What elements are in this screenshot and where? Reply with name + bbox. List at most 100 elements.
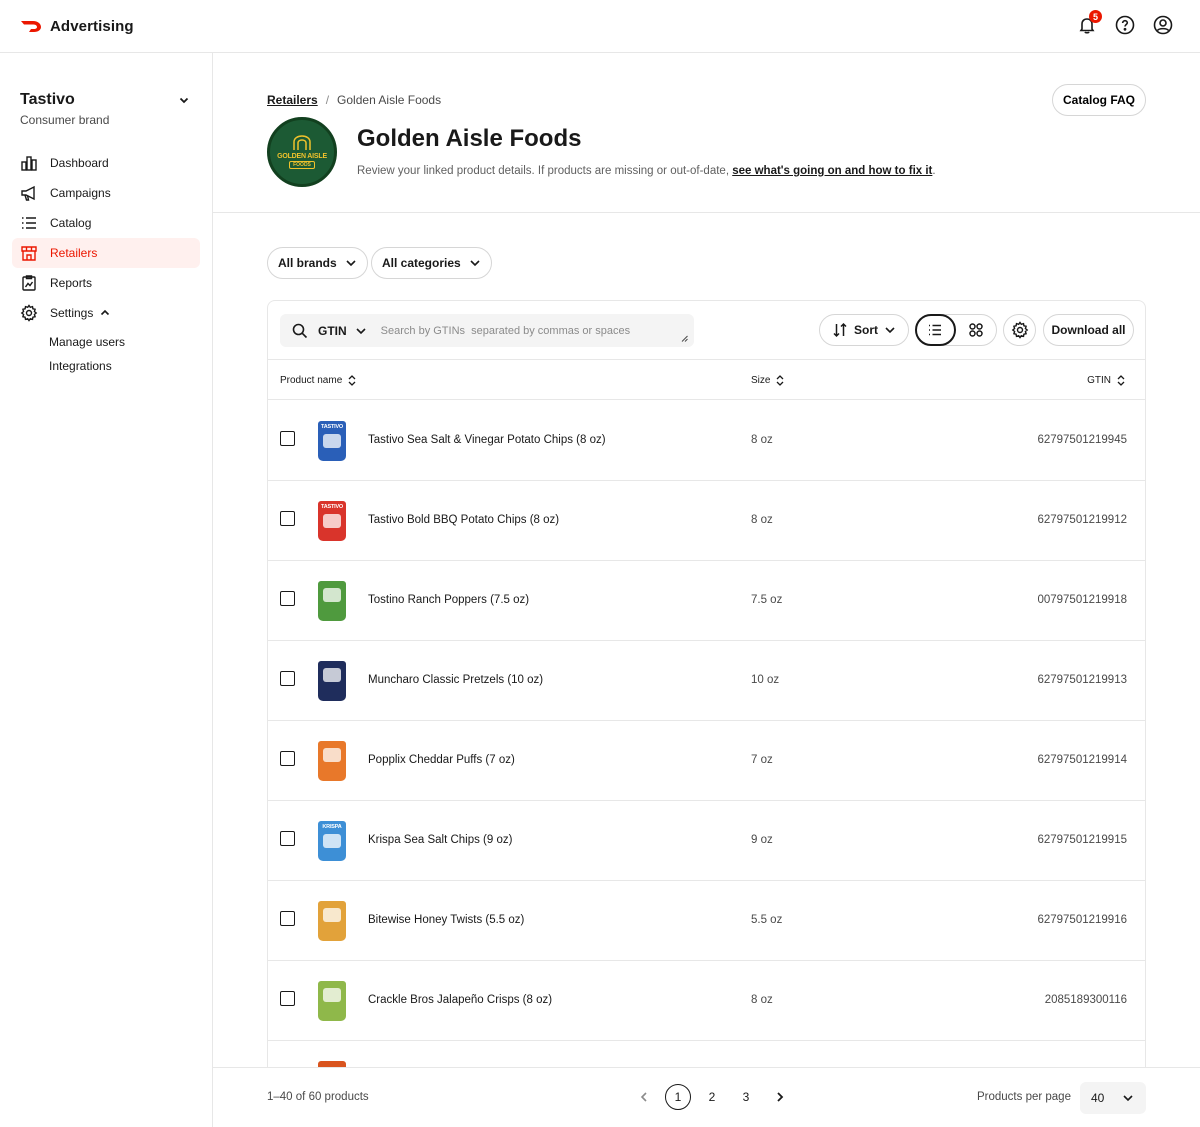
sidebar-item-label: Campaigns bbox=[50, 186, 111, 200]
account-profile-icon[interactable] bbox=[1152, 14, 1174, 36]
account-switcher[interactable]: Tastivo Consumer brand bbox=[20, 91, 192, 127]
row-checkbox[interactable] bbox=[280, 511, 295, 526]
table-row: Muncharo Classic Pretzels (10 oz) 10 oz … bbox=[268, 641, 1145, 721]
megaphone-icon bbox=[21, 185, 35, 201]
table-body: TASTIVO Tastivo Sea Salt & Vinegar Potat… bbox=[268, 401, 1145, 1080]
chevron-right-icon bbox=[777, 1092, 784, 1102]
brand-filter-dropdown[interactable]: All brands bbox=[267, 247, 368, 279]
download-all-button[interactable]: Download all bbox=[1043, 314, 1134, 346]
resize-handle-icon[interactable] bbox=[681, 335, 688, 342]
sidebar-item-settings[interactable]: Settings bbox=[12, 298, 200, 328]
page-3-button[interactable]: 3 bbox=[733, 1084, 759, 1110]
per-page-label: Products per page bbox=[977, 1091, 1071, 1103]
sidebar-item-campaigns[interactable]: Campaigns bbox=[12, 178, 200, 208]
sidebar-item-catalog[interactable]: Catalog bbox=[12, 208, 200, 238]
help-icon[interactable] bbox=[1114, 14, 1136, 36]
app-brand[interactable]: Advertising bbox=[20, 18, 134, 35]
sidebar: Tastivo Consumer brand Dashboard Campaig… bbox=[0, 53, 213, 1127]
previous-page-button[interactable] bbox=[631, 1084, 657, 1110]
product-size: 7 oz bbox=[751, 754, 773, 766]
row-checkbox[interactable] bbox=[280, 591, 295, 606]
product-gtin: 62797501219913 bbox=[1037, 674, 1127, 686]
pagination-footer: 1–40 of 60 products 1 2 3 Products per p… bbox=[213, 1067, 1200, 1127]
product-gtin: 2085189300116 bbox=[1044, 994, 1127, 1006]
chevron-down-icon bbox=[346, 260, 356, 267]
product-gtin: 62797501219915 bbox=[1037, 834, 1127, 846]
sort-toggle-icon bbox=[776, 374, 784, 386]
per-page-select[interactable]: 40 bbox=[1080, 1082, 1146, 1114]
sort-toggle-icon bbox=[348, 374, 356, 386]
product-name[interactable]: Bitewise Honey Twists (5.5 oz) bbox=[368, 914, 524, 926]
product-name[interactable]: Muncharo Classic Pretzels (10 oz) bbox=[368, 674, 543, 686]
table-row: Crackle Bros Jalapeño Crisps (8 oz) 8 oz… bbox=[268, 961, 1145, 1041]
row-checkbox[interactable] bbox=[280, 671, 295, 686]
next-page-button[interactable] bbox=[767, 1084, 793, 1110]
sidebar-item-label: Settings bbox=[50, 306, 94, 320]
breadcrumb: Retailers / Golden Aisle Foods bbox=[267, 93, 441, 107]
sidebar-item-dashboard[interactable]: Dashboard bbox=[12, 148, 200, 178]
row-checkbox[interactable] bbox=[280, 911, 295, 926]
table-header: Product name Size GTIN bbox=[268, 360, 1145, 400]
product-name[interactable]: Tostino Ranch Poppers (7.5 oz) bbox=[368, 594, 529, 606]
table-row: TASTIVO Tastivo Bold BBQ Potato Chips (8… bbox=[268, 481, 1145, 561]
sidebar-item-retailers[interactable]: Retailers bbox=[12, 238, 200, 268]
column-header-gtin[interactable]: GTIN bbox=[1087, 360, 1125, 400]
sidebar-item-reports[interactable]: Reports bbox=[12, 268, 200, 298]
sidebar-subitem-manage-users[interactable]: Manage users bbox=[12, 330, 200, 354]
notifications-bell-icon[interactable]: 5 bbox=[1076, 10, 1102, 36]
product-gtin: 62797501219914 bbox=[1037, 754, 1127, 766]
product-name[interactable]: Tastivo Sea Salt & Vinegar Potato Chips … bbox=[368, 434, 606, 446]
sidebar-item-label: Reports bbox=[50, 276, 93, 290]
column-header-size[interactable]: Size bbox=[751, 360, 784, 400]
column-header-product-name[interactable]: Product name bbox=[280, 360, 356, 400]
page-2-button[interactable]: 2 bbox=[699, 1084, 725, 1110]
search-input[interactable] bbox=[380, 324, 671, 337]
top-bar: Advertising 5 bbox=[0, 0, 1200, 53]
chevron-down-icon bbox=[470, 260, 480, 267]
sidebar-item-label: Retailers bbox=[50, 246, 98, 260]
product-size: 9 oz bbox=[751, 834, 773, 846]
product-thumbnail bbox=[316, 979, 348, 1023]
gear-icon bbox=[20, 304, 38, 322]
grid-view-button[interactable] bbox=[956, 315, 996, 345]
bar-chart-icon bbox=[21, 156, 37, 171]
product-thumbnail bbox=[316, 659, 348, 703]
product-size: 5.5 oz bbox=[751, 914, 783, 926]
sidebar-subitem-integrations[interactable]: Integrations bbox=[12, 354, 200, 378]
product-name[interactable]: Krispa Sea Salt Chips (9 oz) bbox=[368, 834, 512, 846]
table-row: Tostino Ranch Poppers (7.5 oz) 7.5 oz 00… bbox=[268, 561, 1145, 641]
product-name[interactable]: Tastivo Bold BBQ Potato Chips (8 oz) bbox=[368, 514, 559, 526]
help-fix-link[interactable]: see what's going on and how to fix it bbox=[732, 165, 932, 177]
sort-button[interactable]: Sort bbox=[819, 314, 909, 346]
doordash-logo-icon bbox=[21, 21, 41, 32]
product-name[interactable]: Popplix Cheddar Puffs (7 oz) bbox=[368, 754, 515, 766]
row-checkbox[interactable] bbox=[280, 991, 295, 1006]
chevron-down-icon bbox=[179, 97, 189, 104]
product-size: 8 oz bbox=[751, 434, 773, 446]
table-settings-button[interactable] bbox=[1003, 314, 1036, 346]
clipboard-chart-icon bbox=[22, 275, 36, 291]
chevron-up-icon bbox=[101, 309, 110, 316]
product-thumbnail: TASTIVO bbox=[316, 499, 348, 543]
page-description: Review your linked product details. If p… bbox=[357, 165, 936, 177]
breadcrumb-retailers-link[interactable]: Retailers bbox=[267, 93, 318, 107]
view-toggle bbox=[915, 314, 997, 346]
app-title: Advertising bbox=[50, 17, 134, 35]
page-1-button[interactable]: 1 bbox=[665, 1084, 691, 1110]
chevron-down-icon bbox=[885, 327, 895, 334]
sort-toggle-icon bbox=[1117, 374, 1125, 386]
product-size: 7.5 oz bbox=[751, 594, 783, 606]
list-view-button[interactable] bbox=[915, 314, 956, 346]
list-icon bbox=[22, 217, 36, 229]
product-thumbnail: TASTIVO bbox=[316, 419, 348, 463]
row-checkbox[interactable] bbox=[280, 751, 295, 766]
catalog-faq-button[interactable]: Catalog FAQ bbox=[1051, 84, 1146, 116]
product-name[interactable]: Crackle Bros Jalapeño Crisps (8 oz) bbox=[368, 994, 552, 1006]
product-gtin: 62797501219945 bbox=[1037, 434, 1127, 446]
gear-icon bbox=[1011, 321, 1028, 339]
category-filter-dropdown[interactable]: All categories bbox=[371, 247, 492, 279]
row-checkbox[interactable] bbox=[280, 831, 295, 846]
search-type-dropdown[interactable]: GTIN bbox=[318, 324, 367, 338]
row-checkbox[interactable] bbox=[280, 431, 295, 446]
sidebar-item-label: Dashboard bbox=[50, 156, 109, 170]
